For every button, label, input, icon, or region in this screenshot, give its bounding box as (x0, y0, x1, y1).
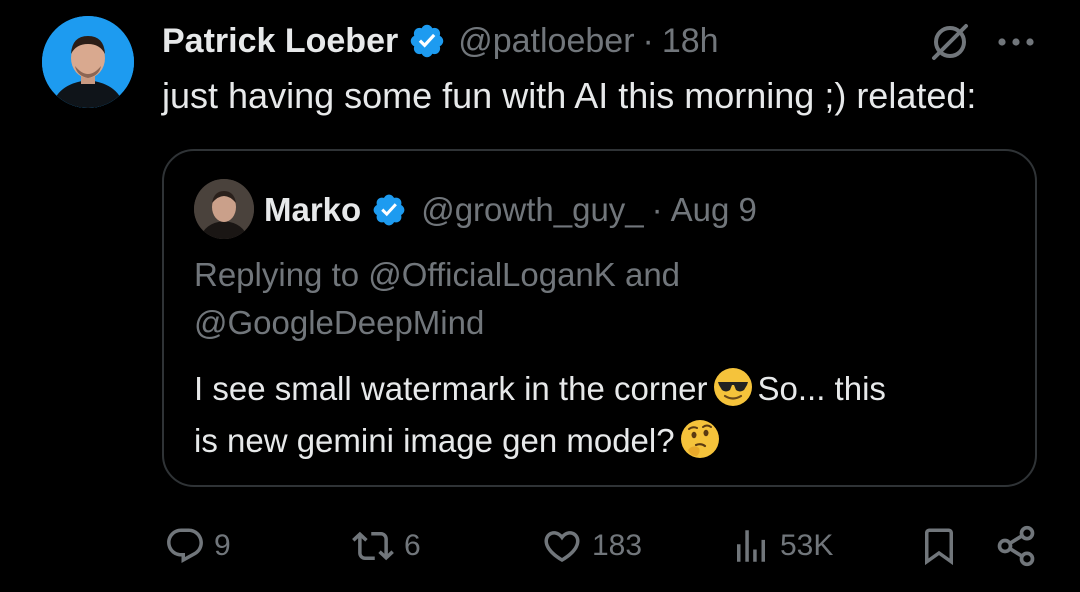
tweet-text: just having some fun with AI this mornin… (162, 75, 977, 116)
grok-icon[interactable] (928, 20, 972, 64)
quoted-text-line2: is new gemini image gen model? (194, 415, 886, 467)
heart-icon (540, 525, 584, 567)
verified-badge-icon[interactable] (408, 22, 446, 60)
repost-count: 6 (404, 529, 421, 562)
bookmark-icon (918, 524, 960, 568)
views-button[interactable]: 53K (730, 518, 833, 574)
replying-to-text-line1: Replying to @OfficialLoganK and (194, 256, 681, 293)
like-count: 183 (592, 529, 643, 562)
separator-dot: · (642, 21, 654, 60)
quoted-text-part3: is new gemini image gen model? (194, 422, 675, 459)
replying-to-text-line2: @GoogleDeepMind (194, 304, 485, 341)
quoted-text-part2: So... this (757, 370, 886, 407)
tweet-header: Patrick Loeber @patloeber · 18h (162, 18, 719, 64)
author-avatar[interactable] (42, 16, 134, 108)
like-button[interactable]: 183 (540, 518, 642, 574)
verified-badge-icon[interactable] (371, 192, 407, 228)
analytics-bars-icon (730, 525, 772, 567)
thinking-face-emoji-icon (679, 418, 721, 460)
author-handle[interactable]: @patloeber (458, 22, 634, 61)
repost-arrows-icon (350, 525, 396, 567)
sunglasses-emoji-icon (712, 366, 754, 408)
quoted-tweet-header: Marko @growth_guy_ · Aug 9 (264, 185, 757, 235)
more-horizontal-icon[interactable] (996, 24, 1036, 60)
tweet-action-bar: 9 6 183 53K (0, 518, 1080, 574)
quoted-author-avatar[interactable] (194, 179, 254, 239)
reply-button[interactable]: 9 (164, 518, 231, 574)
separator-dot: · (651, 191, 663, 228)
quoted-text-part1: I see small watermark in the corner (194, 370, 708, 407)
reply-bubble-icon (164, 525, 206, 567)
timestamp[interactable]: 18h (662, 22, 719, 61)
quoted-text-line1: I see small watermark in the corner So..… (194, 363, 886, 415)
bookmark-button[interactable] (918, 518, 960, 574)
quoted-timestamp[interactable]: Aug 9 (671, 191, 757, 229)
repost-button[interactable]: 6 (350, 518, 421, 574)
author-name[interactable]: Patrick Loeber (162, 22, 398, 61)
quoted-tweet-text: I see small watermark in the corner So..… (194, 363, 886, 467)
share-button[interactable] (994, 518, 1038, 574)
quoted-tweet-card[interactable]: Marko @growth_guy_ · Aug 9 Replying to @… (162, 149, 1037, 487)
reply-count: 9 (214, 529, 231, 562)
share-icon (994, 524, 1038, 568)
view-count: 53K (780, 529, 834, 562)
replying-to-line: Replying to @OfficialLoganK and @GoogleD… (194, 251, 680, 347)
quoted-author-name[interactable]: Marko (264, 191, 361, 229)
quoted-author-handle[interactable]: @growth_guy_ (421, 191, 643, 229)
